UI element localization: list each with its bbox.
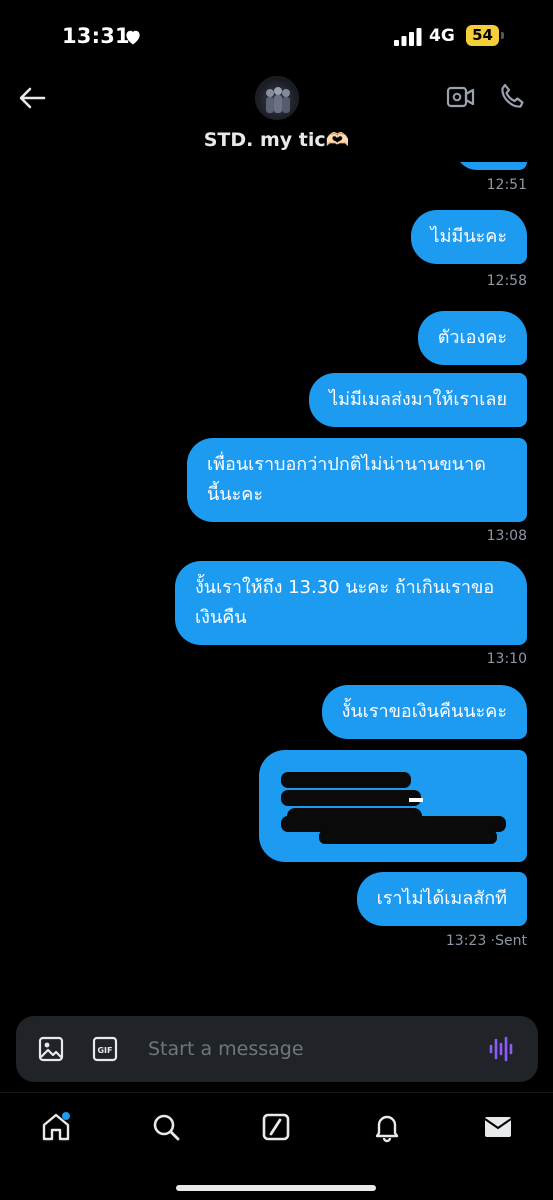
status-time: 13:31 (62, 24, 130, 48)
notification-dot (62, 1112, 70, 1120)
message-timestamp: 13:08 (486, 528, 527, 544)
message-timestamp: 13:23 ·Sent (445, 933, 527, 949)
chat-title: STD. my tic🫶🏻 (203, 129, 350, 151)
message-text: เงินคืน (195, 607, 247, 628)
message-text: ไม่มีนะคะ (430, 226, 507, 247)
search-icon[interactable] (150, 1111, 182, 1143)
message-bubble-partial[interactable] (455, 162, 527, 170)
message-timestamp: 13:10 (486, 651, 527, 667)
status-bar: 13:31 4G 54 (0, 0, 553, 70)
message-thread[interactable]: 12:51 ไม่มีนะคะ 12:58 ตัวเองคะ ไม่มีเมลส… (0, 162, 553, 1002)
back-arrow-icon[interactable] (16, 84, 48, 112)
mail-icon[interactable] (482, 1111, 514, 1143)
home-icon[interactable] (40, 1111, 72, 1143)
message-composer: GIF (16, 1016, 538, 1082)
network-type: 4G (429, 26, 455, 46)
bottom-tab-bar (0, 1092, 553, 1200)
message-timestamp: 12:51 (486, 177, 527, 193)
message-text: งั้นเราให้ถึง 13.30 นะคะ ถ้าเกินเราขอ (195, 577, 495, 598)
battery-cap (501, 32, 504, 39)
home-indicator (176, 1185, 376, 1191)
signal-icon (394, 28, 422, 46)
message-bubble[interactable]: เพื่อนเราบอกว่าปกติไม่น่านานขนาด นี้นะคะ (187, 438, 527, 522)
message-text: เพื่อนเราบอกว่าปกติไม่น่านานขนาด (207, 454, 486, 475)
message-bubble[interactable]: ตัวเองคะ (417, 311, 527, 365)
redaction-scribble (281, 772, 506, 844)
message-text: ไม่มีเมลส่งมาให้เราเลย (329, 389, 507, 410)
phone-icon[interactable] (498, 82, 526, 110)
video-camera-icon[interactable] (446, 84, 476, 110)
chat-header: STD. my tic🫶🏻 (0, 70, 553, 162)
gif-icon[interactable]: GIF (92, 1036, 118, 1062)
message-bubble[interactable]: ไม่มีเมลส่งมาให้เราเลย (309, 373, 527, 427)
heart-icon (126, 30, 140, 45)
image-icon[interactable] (38, 1036, 64, 1062)
message-text: นี้นะคะ (207, 484, 263, 505)
message-text: ตัวเองคะ (437, 327, 507, 348)
voice-wave-icon[interactable] (488, 1036, 516, 1062)
message-bubble[interactable]: งั้นเราให้ถึง 13.30 นะคะ ถ้าเกินเราขอ เง… (175, 561, 527, 645)
message-text: งั้นเราขอเงินคืนนะคะ (341, 701, 507, 722)
grok-icon[interactable] (260, 1111, 292, 1143)
message-bubble[interactable]: ไม่มีนะคะ (410, 210, 527, 264)
avatar-image (266, 87, 290, 113)
battery-indicator: 54 (466, 25, 499, 46)
bell-icon[interactable] (371, 1111, 403, 1143)
message-bubble[interactable]: งั้นเราขอเงินคืนนะคะ (321, 685, 527, 739)
message-text: เราไม่ได้เมลสักที (376, 888, 507, 909)
message-bubble[interactable]: เราไม่ได้เมลสักที (356, 872, 527, 926)
message-bubble-redacted[interactable] (259, 750, 527, 862)
avatar[interactable] (255, 76, 299, 120)
message-input[interactable] (148, 1034, 468, 1064)
svg-text:GIF: GIF (97, 1046, 112, 1055)
message-timestamp: 12:58 (486, 273, 527, 289)
